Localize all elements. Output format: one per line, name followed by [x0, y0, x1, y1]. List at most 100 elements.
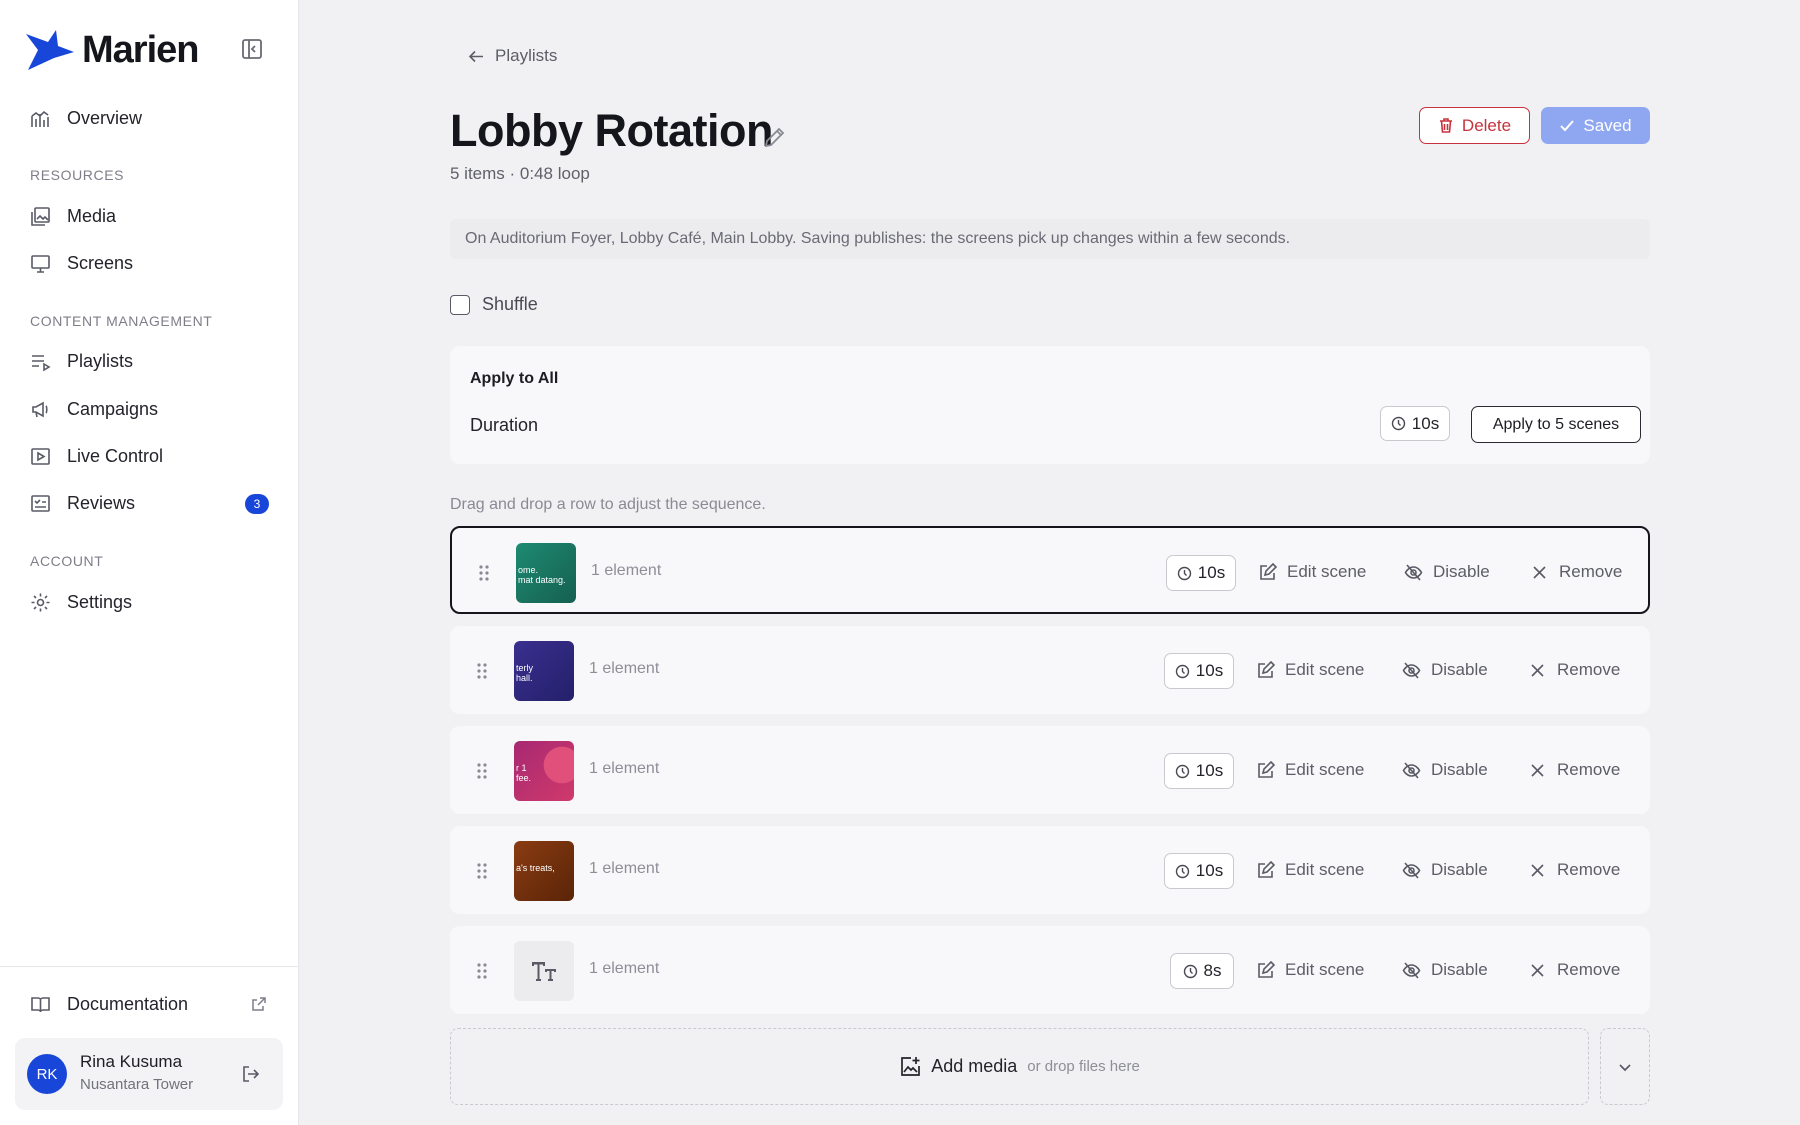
scene-duration[interactable]: 10s	[1164, 853, 1234, 889]
sidebar-collapse-icon[interactable]	[241, 38, 263, 60]
sidebar-item-reviews[interactable]: Reviews	[30, 488, 135, 518]
sidebar-item-label: Reviews	[67, 492, 136, 513]
thumbnail-text: r 1 fee.	[516, 763, 532, 783]
edit-icon	[1258, 960, 1275, 978]
close-icon	[1533, 565, 1546, 579]
scene-duration[interactable]: 10s	[1164, 653, 1234, 689]
close-icon	[1531, 863, 1544, 877]
shuffle-toggle[interactable]: Shuffle	[450, 294, 538, 315]
edit-icon	[1258, 760, 1275, 778]
chart-icon	[31, 110, 49, 127]
edit-scene-button[interactable]: Edit scene	[1256, 860, 1364, 880]
disable-button[interactable]: Disable	[1402, 960, 1488, 980]
sidebar-item-playlists[interactable]: Playlists	[30, 346, 133, 376]
text-icon	[532, 962, 556, 981]
edit-title-icon[interactable]	[762, 124, 788, 150]
scene-duration[interactable]: 8s	[1170, 953, 1234, 989]
drag-handle-icon[interactable]	[478, 564, 490, 582]
disable-button[interactable]: Disable	[1404, 562, 1490, 582]
sidebar-item-live-control[interactable]: Live Control	[30, 441, 163, 471]
reviews-badge: 3	[245, 494, 269, 514]
main-content: Playlists Lobby Rotation 5 items · 0:48 …	[300, 0, 1800, 1125]
remove-button[interactable]: Remove	[1528, 760, 1620, 780]
scene-row[interactable]: ome. mat datang. 1 element 10s Edit scen…	[450, 526, 1650, 614]
add-image-icon	[901, 1056, 921, 1076]
close-icon	[1531, 663, 1544, 677]
clock-icon	[1177, 566, 1191, 580]
edit-scene-button[interactable]: Edit scene	[1256, 660, 1364, 680]
avatar: RK	[27, 1054, 67, 1094]
scene-duration-value: 10s	[1197, 563, 1226, 582]
edit-scene-button[interactable]: Edit scene	[1258, 562, 1366, 582]
chevron-down-icon	[1619, 1063, 1631, 1071]
disable-label: Disable	[1433, 562, 1490, 581]
remove-button[interactable]: Remove	[1530, 562, 1622, 582]
sidebar-item-overview[interactable]: Overview	[30, 103, 142, 133]
disable-label: Disable	[1431, 660, 1488, 679]
drag-handle-icon[interactable]	[476, 962, 488, 980]
megaphone-icon	[32, 401, 48, 417]
sidebar-item-media[interactable]: Media	[30, 201, 116, 231]
disable-label: Disable	[1431, 860, 1488, 879]
sidebar-item-label: Playlists	[67, 350, 134, 371]
add-media-dropdown[interactable]	[1600, 1028, 1650, 1105]
apply-duration-input[interactable]: 10s	[1380, 406, 1450, 441]
clock-icon	[1175, 864, 1189, 878]
remove-label: Remove	[1557, 860, 1621, 879]
eye-off-icon	[1402, 761, 1421, 779]
eye-off-icon	[1404, 563, 1423, 581]
scene-row[interactable]: r 1 fee. 1 element 10s Edit scene Disabl…	[450, 726, 1650, 814]
drag-handle-icon[interactable]	[476, 662, 488, 680]
sidebar: Marien Overview RESOURCES Media Screens …	[0, 0, 299, 1125]
remove-button[interactable]: Remove	[1528, 960, 1620, 980]
eye-off-icon	[1402, 961, 1421, 979]
shuffle-label: Shuffle	[482, 294, 538, 314]
scene-thumbnail: ome. mat datang.	[516, 543, 576, 603]
add-media-dropzone[interactable]: Add media or drop files here	[450, 1028, 1589, 1105]
play-icon	[31, 447, 50, 465]
scene-label: 1 element	[589, 760, 660, 777]
playlist-summary: 5 items · 0:48 loop	[450, 164, 590, 183]
disable-button[interactable]: Disable	[1402, 860, 1488, 880]
sidebar-item-label: Live Control	[67, 445, 164, 466]
shuffle-checkbox[interactable]	[450, 294, 470, 315]
disable-button[interactable]: Disable	[1402, 760, 1488, 780]
scene-row[interactable]: terly hall. 1 element 10s Edit scene Dis…	[450, 626, 1650, 714]
scene-duration[interactable]: 10s	[1166, 555, 1236, 591]
sidebar-item-label: Settings	[67, 591, 133, 612]
disable-button[interactable]: Disable	[1402, 660, 1488, 680]
edit-scene-button[interactable]: Edit scene	[1256, 760, 1364, 780]
sidebar-item-screens[interactable]: Screens	[30, 248, 133, 278]
images-icon	[31, 206, 50, 226]
remove-button[interactable]: Remove	[1528, 660, 1620, 680]
sidebar-item-settings[interactable]: Settings	[30, 587, 132, 617]
apply-duration-label: Duration	[470, 415, 539, 435]
saved-button[interactable]: Saved	[1541, 107, 1650, 144]
saved-label: Saved	[1583, 115, 1632, 135]
scene-label: 1 element	[589, 860, 660, 877]
scene-duration[interactable]: 10s	[1164, 753, 1234, 789]
disable-label: Disable	[1431, 760, 1488, 779]
logout-icon[interactable]	[241, 1064, 261, 1084]
delete-button[interactable]: Delete	[1419, 107, 1530, 144]
sidebar-item-documentation[interactable]: Documentation	[30, 989, 188, 1019]
scene-row[interactable]: 1 element 8s Edit scene Disable Remove	[450, 926, 1650, 1014]
breadcrumb[interactable]: Playlists	[468, 46, 557, 66]
sidebar-item-campaigns[interactable]: Campaigns	[30, 394, 158, 424]
section-content-management: CONTENT MANAGEMENT	[30, 313, 213, 329]
eye-off-icon	[1402, 861, 1421, 879]
user-card[interactable]: RK Rina Kusuma Nusantara Tower	[15, 1038, 283, 1110]
external-link-icon[interactable]	[251, 996, 267, 1012]
remove-label: Remove	[1557, 660, 1621, 679]
drag-handle-icon[interactable]	[476, 762, 488, 780]
edit-scene-button[interactable]: Edit scene	[1256, 960, 1364, 980]
apply-to-all-title: Apply to All	[470, 370, 559, 387]
remove-button[interactable]: Remove	[1528, 860, 1620, 880]
scene-row[interactable]: a's treats, 1 element 10s Edit scene Dis…	[450, 826, 1650, 914]
scene-duration-value: 10s	[1195, 661, 1224, 680]
drag-handle-icon[interactable]	[476, 862, 488, 880]
gear-icon	[31, 593, 50, 611]
clock-icon	[1175, 764, 1189, 778]
brand-logo[interactable]: Marien	[24, 28, 199, 72]
apply-to-scenes-button[interactable]: Apply to 5 scenes	[1471, 406, 1641, 443]
